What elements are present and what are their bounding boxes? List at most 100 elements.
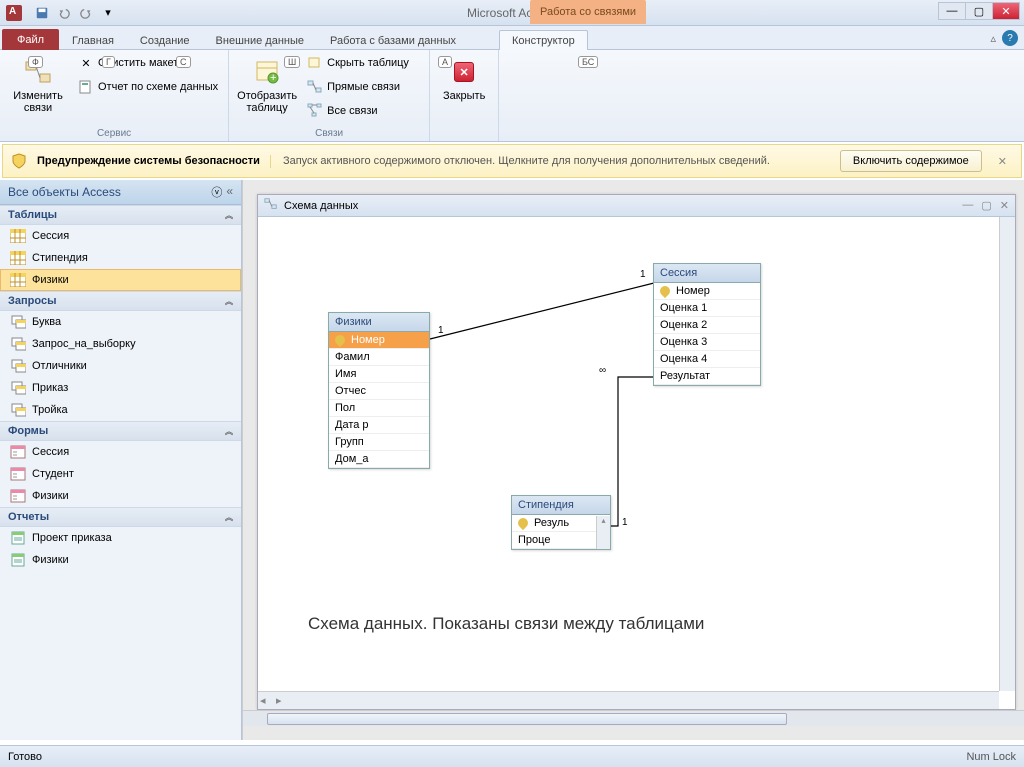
qat-save-icon[interactable] — [32, 3, 52, 23]
maximize-button[interactable]: ▢ — [965, 2, 993, 20]
table-field[interactable]: Пол — [329, 400, 429, 417]
tab-external[interactable]: Внешние данные — [203, 30, 317, 50]
table-field[interactable]: Имя — [329, 366, 429, 383]
nav-item-label: Запрос_на_выборку — [32, 338, 136, 350]
chevron-up-icon — [225, 209, 233, 221]
doc-close-icon[interactable]: ✕ — [1000, 199, 1009, 212]
canvas-scrollbar-horizontal[interactable] — [243, 710, 1024, 726]
nav-item-query[interactable]: Приказ — [0, 377, 241, 399]
table-field[interactable]: Дом_а — [329, 451, 429, 468]
nav-item-table[interactable]: Стипендия — [0, 247, 241, 269]
nav-header-title: Все объекты Access — [8, 185, 121, 199]
help-icon[interactable]: ? — [1002, 30, 1018, 46]
security-close-button[interactable]: ✕ — [992, 155, 1013, 168]
doc-maximize-icon[interactable]: ▢ — [981, 199, 991, 212]
hide-table-button[interactable]: Скрыть таблицу — [303, 52, 423, 74]
tab-dbtools[interactable]: Работа с базами данных — [317, 30, 469, 50]
nav-section-query[interactable]: Запросы — [0, 291, 241, 311]
table-field[interactable]: Оценка 4 — [654, 351, 760, 368]
minimize-button[interactable]: — — [938, 2, 966, 20]
nav-item-label: Стипендия — [32, 252, 88, 264]
doc-scrollbar-horizontal[interactable]: ◂▸ — [258, 691, 999, 709]
nav-item-label: Отличники — [32, 360, 87, 372]
nav-item-label: Студент — [32, 468, 74, 480]
ribbon-minimize-icon[interactable]: ▵ — [990, 32, 996, 45]
tab-home[interactable]: Главная — [59, 30, 127, 50]
nav-section-form[interactable]: Формы — [0, 421, 241, 441]
table-header[interactable]: Сессия — [654, 264, 760, 283]
nav-item-form[interactable]: Сессия — [0, 441, 241, 463]
report-icon — [10, 531, 26, 545]
navigation-pane: Все объекты Access ⓥ ТаблицыСессияСтипен… — [0, 180, 242, 740]
table-field[interactable]: Номер — [654, 283, 760, 300]
nav-item-label: Физики — [32, 490, 69, 502]
table-field[interactable]: Номер — [329, 332, 429, 349]
table-header[interactable]: Физики — [329, 313, 429, 332]
table-field[interactable]: Результат — [654, 368, 760, 385]
nav-item-query[interactable]: Тройка — [0, 399, 241, 421]
qat-undo-icon[interactable] — [54, 3, 74, 23]
nav-item-form[interactable]: Студент — [0, 463, 241, 485]
nav-item-query[interactable]: Буква — [0, 311, 241, 333]
nav-item-table[interactable]: Физики — [0, 269, 241, 291]
qat-dropdown-icon[interactable]: ▾ — [98, 3, 118, 23]
nav-item-report[interactable]: Физики — [0, 549, 241, 571]
status-bar: Готово Num Lock — [0, 745, 1024, 767]
table-field[interactable]: Фамил — [329, 349, 429, 366]
clear-icon: ✕ — [78, 55, 94, 71]
ribbon: Изменить связи ✕Очистить макет Отчет по … — [0, 50, 1024, 142]
design-canvas: Схема данных — ▢ ✕ ФизикиНомерФамилИмяОт… — [242, 180, 1024, 740]
doc-scrollbar-vertical[interactable] — [999, 217, 1015, 691]
table-field[interactable]: Дата р — [329, 417, 429, 434]
all-relationships-button[interactable]: Все связи — [303, 100, 423, 122]
ribbon-tabs: Файл Главная Создание Внешние данные Раб… — [0, 26, 1024, 50]
security-title: Предупреждение системы безопасности — [37, 155, 260, 167]
chevron-up-icon — [225, 295, 233, 307]
qat-redo-icon[interactable] — [76, 3, 96, 23]
clear-layout-button[interactable]: ✕Очистить макет — [74, 52, 222, 74]
table-box[interactable]: ФизикиНомерФамилИмяОтчесПолДата рГруппДо… — [328, 312, 430, 469]
nav-item-report[interactable]: Проект приказа — [0, 527, 241, 549]
keytip-create: С — [176, 56, 191, 68]
nav-header[interactable]: Все объекты Access ⓥ — [0, 180, 241, 205]
field-scrollbar[interactable]: ▴ — [596, 516, 610, 549]
nav-item-form[interactable]: Физики — [0, 485, 241, 507]
nav-collapse-icon[interactable] — [226, 184, 233, 200]
nav-section-report[interactable]: Отчеты — [0, 507, 241, 527]
nav-item-query[interactable]: Отличники — [0, 355, 241, 377]
table-box[interactable]: СтипендияРезульПроце▴ — [511, 495, 611, 550]
quick-access-toolbar: ▾ — [32, 3, 118, 23]
doc-titlebar[interactable]: Схема данных — ▢ ✕ — [258, 195, 1015, 217]
close-button[interactable]: ✕ — [992, 2, 1020, 20]
table-field[interactable]: Групп — [329, 434, 429, 451]
nav-item-table[interactable]: Сессия — [0, 225, 241, 247]
tab-create[interactable]: Создание — [127, 30, 203, 50]
ribbon-group-links: + Отобразить таблицу Скрыть таблицу Прям… — [229, 50, 430, 141]
canvas-scroll-thumb[interactable] — [267, 713, 787, 725]
doc-title: Схема данных — [284, 200, 358, 212]
query-icon — [10, 381, 26, 395]
nav-dropdown-icon[interactable]: ⓥ — [211, 184, 222, 200]
table-header[interactable]: Стипендия — [512, 496, 610, 515]
table-box[interactable]: СессияНомерОценка 1Оценка 2Оценка 3Оценк… — [653, 263, 761, 386]
table-field[interactable]: Оценка 1 — [654, 300, 760, 317]
direct-rel-icon — [307, 79, 323, 95]
nav-item-label: Приказ — [32, 382, 68, 394]
tab-design[interactable]: Конструктор — [499, 30, 588, 50]
relationship-report-button[interactable]: Отчет по схеме данных — [74, 76, 222, 98]
slide-caption: Схема данных. Показаны связи между табли… — [308, 614, 704, 634]
query-icon — [10, 337, 26, 351]
group-label-service: Сервис — [6, 126, 222, 141]
app-icon — [6, 5, 22, 21]
table-field[interactable]: Оценка 2 — [654, 317, 760, 334]
group-label-links: Связи — [235, 126, 423, 141]
table-field[interactable]: Оценка 3 — [654, 334, 760, 351]
table-field[interactable]: Отчес — [329, 383, 429, 400]
doc-minimize-icon[interactable]: — — [962, 199, 973, 212]
nav-section-table[interactable]: Таблицы — [0, 205, 241, 225]
tab-file[interactable]: Файл — [2, 29, 59, 50]
direct-relationships-button[interactable]: Прямые связи — [303, 76, 423, 98]
enable-content-button[interactable]: Включить содержимое — [840, 150, 982, 172]
nav-item-query[interactable]: Запрос_на_выборку — [0, 333, 241, 355]
contextual-tab-label: Работа со связями — [530, 0, 646, 24]
